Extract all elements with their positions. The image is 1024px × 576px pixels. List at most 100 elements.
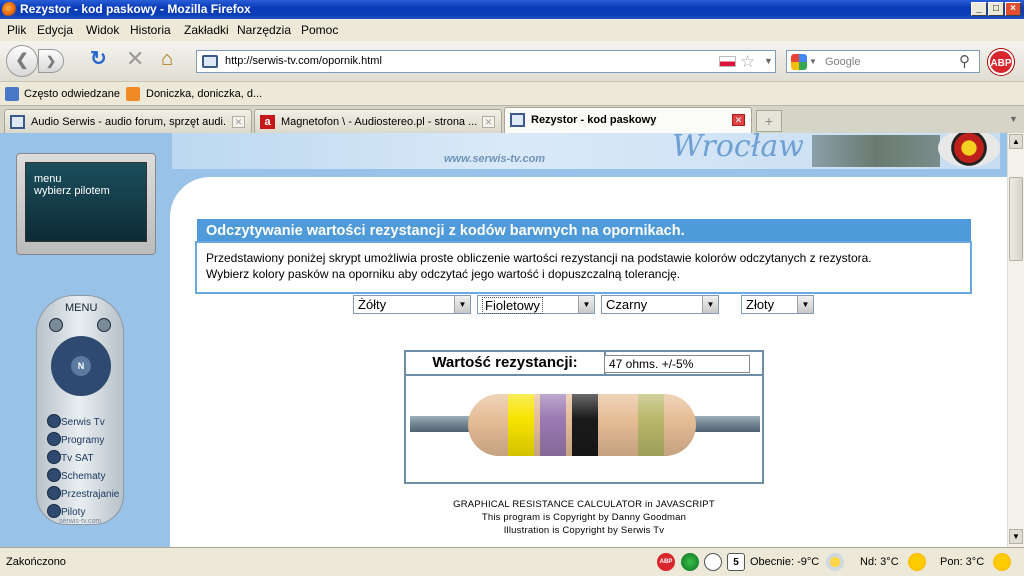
minimize-button[interactable]: _ (971, 2, 987, 16)
tab-magnetofon[interactable]: a Magnetofon \ - Audiostereo.pl - strona… (254, 109, 502, 133)
remote-item-przestrajanie[interactable]: Przestrajanie (61, 489, 119, 500)
credits-line-3: Illustration is Copyright by Serwis Tv (503, 525, 665, 536)
page-icon (10, 115, 25, 129)
tolerance-value: Złoty (746, 297, 775, 312)
band1-value: Żółty (358, 297, 387, 312)
heading-text: Odczytywanie wartości rezystancji z kodó… (206, 223, 685, 239)
chevron-down-icon[interactable]: ▼ (797, 296, 813, 313)
tab-audio-serwis[interactable]: Audio Serwis - audio forum, sprzęt audi.… (4, 109, 252, 133)
new-tab-button[interactable]: + (756, 110, 782, 132)
credits: GRAPHICAL RESISTANCE CALCULATOR in JAVAS… (398, 498, 770, 537)
remote-button-programy[interactable] (47, 432, 61, 446)
scroll-down-icon[interactable]: ▼ (1009, 529, 1023, 544)
audiostereo-icon: a (260, 115, 275, 129)
chevron-down-icon[interactable]: ▼ (454, 296, 470, 313)
tab-close-icon[interactable]: ✕ (232, 116, 245, 128)
search-icon[interactable]: ⚲ (959, 52, 970, 70)
google-icon[interactable] (791, 54, 807, 70)
menu-pomoc[interactable]: Pomoc (301, 23, 338, 37)
flag-icon (719, 56, 736, 67)
remote-button-serwis[interactable] (47, 414, 61, 428)
mute-icon[interactable] (49, 318, 63, 332)
search-bar[interactable]: ▼ Google ⚲ (786, 50, 980, 73)
maximize-button[interactable]: □ (988, 2, 1004, 16)
tv-line-choose: wybierz pilotem (34, 185, 110, 197)
ok-button[interactable]: N (71, 356, 91, 376)
close-button[interactable]: × (1005, 2, 1021, 16)
description-line-1: Przedstawiony poniżej skrypt umożliwia p… (206, 251, 872, 265)
remote-button-schematy[interactable] (47, 468, 61, 482)
remote-item-schematy[interactable]: Schematy (61, 471, 105, 482)
resistance-result: Wartość rezystancji: 47 ohms. +/-5% (404, 350, 764, 484)
tab-close-icon[interactable]: ✕ (482, 116, 495, 128)
remote-control: MENU N Serwis Tv Programy Tv SAT Schemat… (36, 295, 124, 525)
remote-item-piloty[interactable]: Piloty (61, 507, 85, 518)
remote-button-przestrajanie[interactable] (47, 486, 61, 500)
bookmark-czesto[interactable]: Często odwiedzane (24, 88, 120, 100)
stop-icon[interactable]: ✕ (126, 48, 146, 70)
resistor-body (468, 394, 696, 456)
description-line-2: Wybierz kolory pasków na oporniku aby od… (206, 267, 681, 281)
band2-select[interactable]: Fioletowy ▼ (477, 295, 595, 314)
band3-select[interactable]: Czarny ▼ (601, 295, 719, 314)
banner-title: Wrocław (672, 133, 804, 164)
dpad[interactable]: N (51, 336, 111, 396)
power-icon[interactable] (97, 318, 111, 332)
bookmark-star-icon[interactable]: ☆ (740, 52, 755, 72)
rss-icon (126, 87, 140, 101)
clock-icon[interactable] (704, 553, 722, 571)
reload-icon[interactable]: ↻ (90, 49, 110, 69)
city-photo (812, 135, 940, 167)
menu-zakladki[interactable]: Zakładki (184, 23, 229, 37)
remote-item-programy[interactable]: Programy (61, 435, 104, 446)
chevron-down-icon[interactable]: ▼ (702, 296, 718, 313)
page-icon (510, 113, 525, 127)
noscript-icon[interactable] (681, 553, 699, 571)
vertical-scrollbar[interactable]: ▲ ▼ (1007, 133, 1024, 547)
menu-widok[interactable]: Widok (86, 23, 119, 37)
banner-site: www.serwis-tv.com (444, 153, 546, 165)
tv-line-menu: menu (34, 173, 62, 185)
adblock-icon[interactable]: ABP (988, 49, 1014, 75)
tab-bar: Audio Serwis - audio forum, sprzęt audi.… (0, 105, 1024, 134)
band1-select[interactable]: Żółty ▼ (353, 295, 471, 314)
scroll-thumb[interactable] (1009, 177, 1023, 261)
tab-list-icon[interactable]: ▼ (1009, 114, 1018, 124)
menu-edycja[interactable]: Edycja (37, 23, 73, 37)
scroll-up-icon[interactable]: ▲ (1009, 134, 1023, 149)
url-dropdown-icon[interactable]: ▼ (764, 56, 773, 66)
bookmark-doniczka[interactable]: Doniczka, doniczka, d... (146, 88, 262, 100)
tab-label: Rezystor - kod paskowy (531, 114, 657, 126)
back-button[interactable]: ❮ (6, 45, 38, 77)
chevron-down-icon[interactable]: ▼ (578, 296, 594, 313)
remote-button-tvsat[interactable] (47, 450, 61, 464)
menu-narzedzia[interactable]: Narzędzia (237, 23, 291, 37)
forward-button[interactable]: ❯ (38, 49, 64, 73)
band2-value: Fioletowy (482, 297, 543, 314)
tolerance-select[interactable]: Złoty ▼ (741, 295, 814, 314)
remote-item-tvsat[interactable]: Tv SAT (61, 453, 94, 464)
tab-close-icon[interactable]: ✕ (732, 114, 745, 126)
band3-value: Czarny (606, 297, 648, 312)
weather-monday: Pon: 3°C (940, 556, 985, 568)
status-bar: Zakończono ABP 5 Obecnie: -9°C Nd: 3°C P… (0, 547, 1024, 576)
remote-item-serwis[interactable]: Serwis Tv (61, 417, 105, 428)
search-input[interactable]: Google (825, 56, 860, 68)
result-value: 47 ohms. +/-5% (604, 355, 750, 373)
menu-plik[interactable]: Plik (7, 23, 26, 37)
menu-historia[interactable]: Historia (130, 23, 171, 37)
tv-screen: menu wybierz pilotem (25, 162, 147, 242)
bookmark-folder-icon (5, 87, 19, 101)
engine-dropdown-icon[interactable]: ▼ (809, 57, 817, 66)
calendar-icon[interactable]: 5 (727, 553, 745, 571)
resistor-shading (468, 394, 696, 456)
tv-menu: menu wybierz pilotem (16, 153, 156, 255)
remote-button-piloty[interactable] (47, 504, 61, 518)
tab-rezystor[interactable]: Rezystor - kod paskowy ✕ (504, 107, 752, 134)
credits-line-1: GRAPHICAL RESISTANCE CALCULATOR in JAVAS… (453, 499, 715, 510)
home-icon[interactable]: ⌂ (161, 49, 181, 69)
adblock-status-icon[interactable]: ABP (657, 553, 675, 571)
tab-label: Magnetofon \ - Audiostereo.pl - strona .… (281, 116, 477, 128)
weather-now: Obecnie: -9°C (750, 556, 820, 568)
url-bar[interactable]: http://serwis-tv.com/opornik.html ☆ ▼ (196, 50, 776, 73)
